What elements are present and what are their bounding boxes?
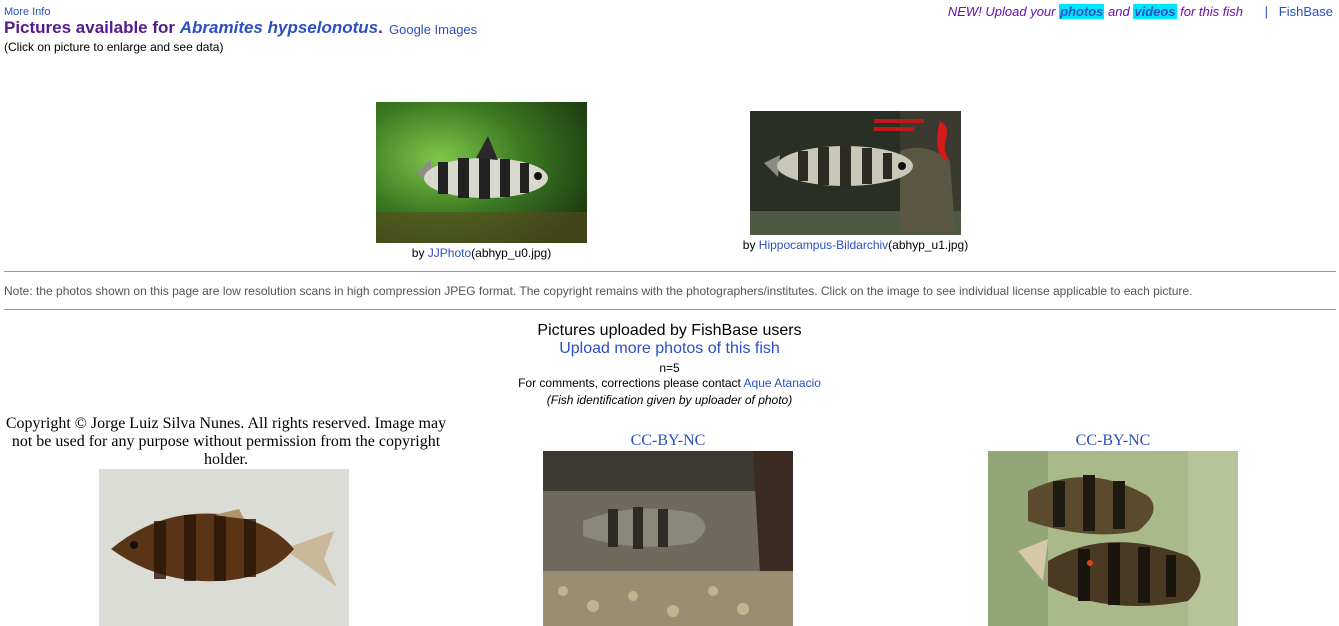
title-suffix: .: [378, 18, 383, 37]
contact-prefix: For comments, corrections please contact: [518, 376, 744, 390]
upload-banner-post: for this fish: [1176, 4, 1243, 19]
photo-filename: (abhyp_u1.jpg): [888, 238, 969, 252]
upload-banner-pre: NEW! Upload your: [947, 4, 1060, 19]
species-name: Abramites hypselonotus: [179, 18, 379, 37]
photo-note: Note: the photos shown on this page are …: [4, 284, 1193, 298]
credit-by: by: [742, 238, 759, 252]
user-photo-2-image: [988, 451, 1238, 626]
fish-photo-0-image: [376, 102, 587, 243]
user-photo-0-image: [99, 469, 349, 626]
upload-more-photos-link[interactable]: Upload more photos of this fish: [559, 340, 780, 357]
photographer-link[interactable]: Hippocampus-Bildarchiv: [759, 238, 888, 252]
upload-banner-and: and: [1104, 4, 1134, 19]
upload-videos-link[interactable]: videos: [1133, 4, 1177, 19]
google-images-link[interactable]: Google Images: [389, 22, 477, 37]
title-prefix: Pictures available for: [4, 18, 180, 37]
divider: [4, 309, 1336, 310]
fish-photo-0-caption: by JJPhoto(abhyp_u0.jpg): [376, 246, 587, 260]
user-photo-0[interactable]: [99, 469, 349, 626]
fish-id-note: (Fish identification given by uploader o…: [546, 393, 793, 407]
fish-photo-1-caption: by Hippocampus-Bildarchiv(abhyp_u1.jpg): [730, 238, 981, 252]
contact-name-link[interactable]: Aque Atanacio: [744, 376, 821, 390]
contact-line: For comments, corrections please contact…: [0, 376, 1339, 390]
user-photo-2[interactable]: [988, 451, 1238, 626]
fish-photo-0[interactable]: [376, 102, 587, 243]
fishbase-link[interactable]: FishBase: [1279, 4, 1333, 19]
user-uploads-title: Pictures uploaded by FishBase users: [537, 322, 802, 339]
more-info-link[interactable]: More Info: [4, 6, 50, 18]
upload-photos-link[interactable]: photos: [1059, 4, 1105, 19]
photographer-link[interactable]: JJPhoto: [428, 246, 471, 260]
page-title: Pictures available for Abramites hypselo…: [4, 18, 383, 38]
user-photo-1-image: [543, 451, 793, 626]
copyright-notice: Copyright © Jorge Luiz Silva Nunes. All …: [5, 415, 447, 468]
credit-by: by: [411, 246, 428, 260]
upload-more-wrapper: Upload more photos of this fish: [0, 340, 1339, 358]
click-hint: (Click on picture to enlarge and see dat…: [4, 40, 224, 54]
user-photo-1[interactable]: [543, 451, 793, 626]
divider: [4, 271, 1336, 272]
fish-photo-1[interactable]: [750, 111, 961, 235]
fish-photo-1-image: [750, 111, 961, 235]
upload-banner: NEW! Upload your photos and videos for t…: [948, 4, 1243, 19]
upload-count: n=5: [659, 361, 680, 375]
license-link[interactable]: CC-BY-NC: [988, 432, 1238, 450]
license-link[interactable]: CC-BY-NC: [543, 432, 793, 450]
separator: |: [1264, 4, 1268, 19]
photo-filename: (abhyp_u0.jpg): [471, 246, 552, 260]
